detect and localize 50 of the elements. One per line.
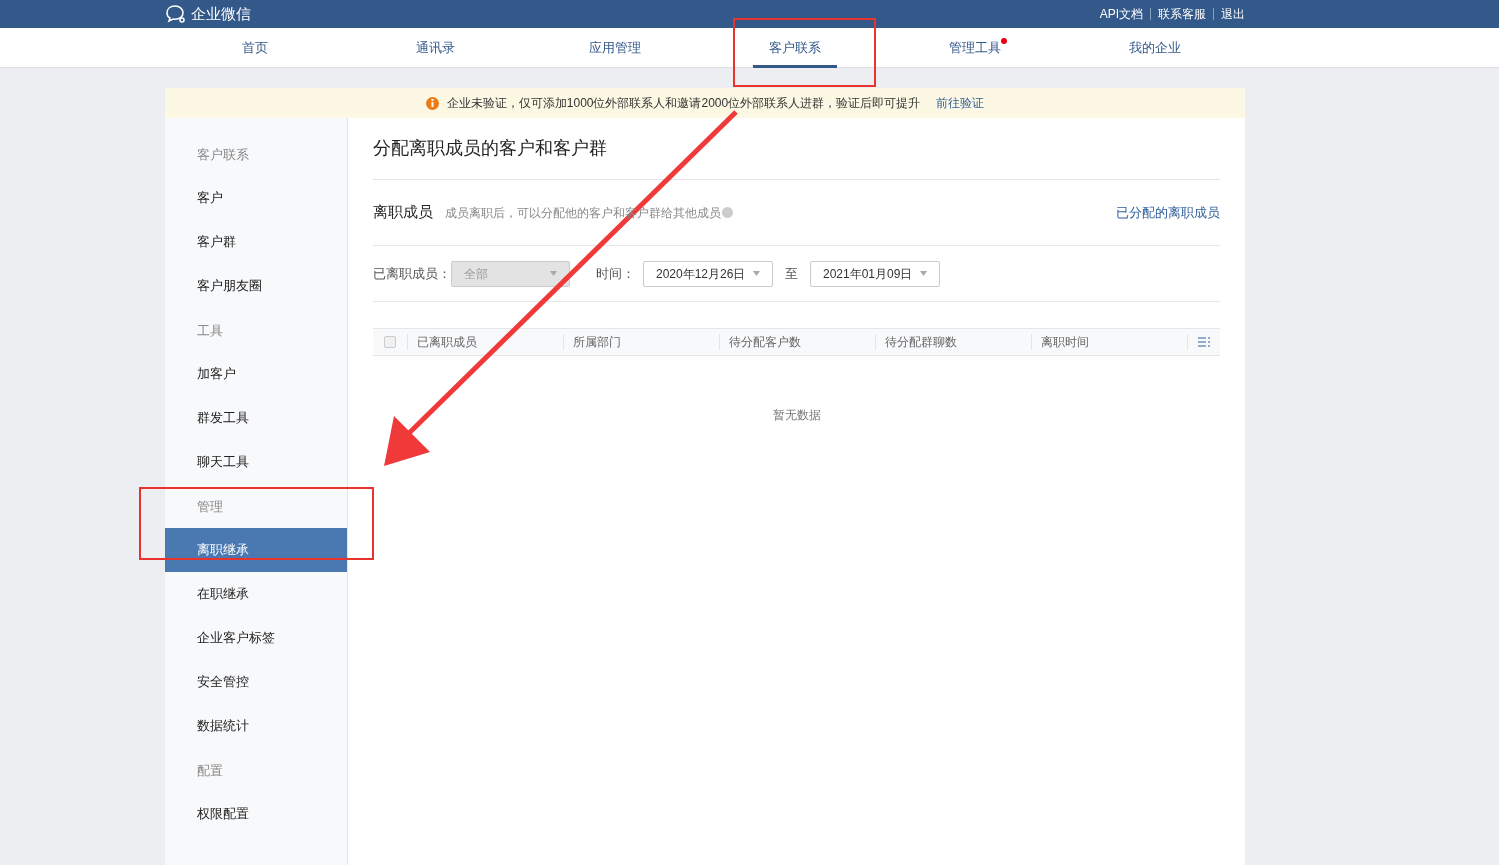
nav-tab[interactable]: 首页 <box>226 28 284 68</box>
assigned-members-link[interactable]: 已分配的离职成员 <box>1116 202 1220 223</box>
select-all-checkbox[interactable] <box>384 336 396 348</box>
sidebar-item[interactable]: 客户 <box>165 176 347 220</box>
range-separator: 至 <box>785 264 798 283</box>
info-icon <box>425 96 439 110</box>
nav-tab[interactable]: 我的企业 <box>1113 28 1197 68</box>
verify-link[interactable]: 前往验证 <box>936 94 985 112</box>
nav-tab[interactable]: 通讯录 <box>399 28 471 68</box>
sidebar-item[interactable]: 客户群 <box>165 220 347 264</box>
column-header: 待分配群聊数 <box>885 334 957 351</box>
column-settings-icon[interactable] <box>1198 337 1210 347</box>
column-header: 待分配客户数 <box>729 334 801 351</box>
column-header: 已离职成员 <box>417 334 477 351</box>
sidebar-group-label: 配置 <box>196 761 224 780</box>
filter-label: 时间： <box>596 264 635 283</box>
notice-text: 企业未验证，仅可添加1000位外部联系人和邀请2000位外部联系人进群，验证后即可提升 <box>446 95 921 112</box>
sidebar-item[interactable]: 安全管控 <box>165 660 347 704</box>
filter-label: 已离职成员： <box>373 264 451 283</box>
end-date-select[interactable]: 2021年01月09日 <box>810 260 940 287</box>
logo-text: 企业微信 <box>191 3 251 24</box>
nav-tab[interactable]: 客户联系 <box>753 28 837 68</box>
page-title: 分配离职成员的客户和客户群 <box>373 118 1220 180</box>
info-icon <box>722 207 733 218</box>
caret-icon <box>550 271 557 276</box>
caret-icon <box>920 271 927 276</box>
nav-tab[interactable]: 管理工具 <box>933 28 1017 68</box>
sidebar-item[interactable]: 数据统计 <box>165 704 347 748</box>
sidebar-item[interactable]: 加客户 <box>165 352 347 396</box>
sidebar-group-label: 工具 <box>196 321 224 340</box>
sidebar-item[interactable]: 群发工具 <box>165 396 347 440</box>
sidebar-item[interactable]: 企业客户标签 <box>165 616 347 660</box>
header-link[interactable]: API文档 <box>1099 5 1143 23</box>
sidebar-item[interactable]: 客户朋友圈 <box>165 264 347 308</box>
section-title: 离职成员 <box>373 202 433 223</box>
sidebar-item[interactable]: 离职继承 <box>165 528 347 572</box>
header-link[interactable]: 联系客服 <box>1158 5 1206 23</box>
sidebar-item[interactable]: 权限配置 <box>165 792 347 836</box>
column-header: 离职时间 <box>1041 334 1089 351</box>
header-link[interactable]: 退出 <box>1221 5 1245 23</box>
column-header: 所属部门 <box>573 334 621 351</box>
caret-icon <box>753 271 760 276</box>
nav-tab[interactable]: 应用管理 <box>573 28 657 68</box>
sidebar-group-label: 管理 <box>196 497 224 516</box>
chat-bubble-icon <box>165 4 187 24</box>
empty-text: 暂无数据 <box>771 407 822 424</box>
sidebar-item[interactable]: 在职继承 <box>165 572 347 616</box>
sidebar-item[interactable]: 聊天工具 <box>165 440 347 484</box>
start-date-select[interactable]: 2020年12月26日 <box>643 260 773 287</box>
sidebar-group-label: 客户联系 <box>196 145 250 164</box>
